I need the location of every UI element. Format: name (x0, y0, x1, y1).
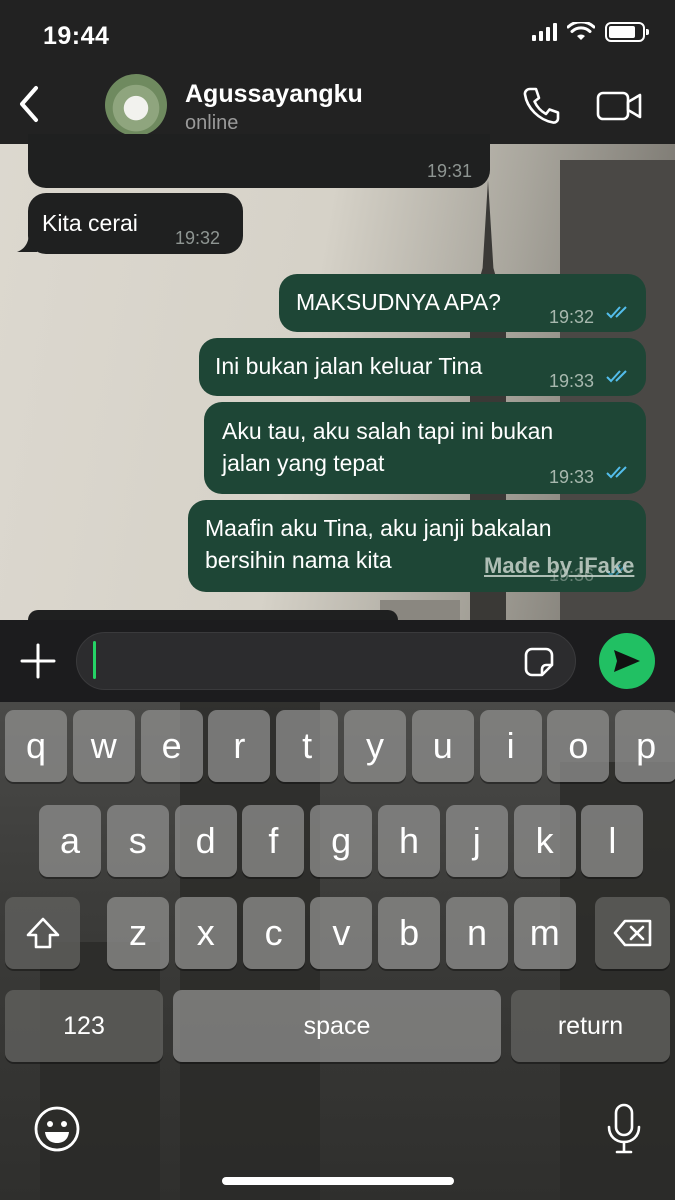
contact-avatar[interactable] (105, 74, 167, 136)
key-a[interactable]: a (39, 805, 101, 877)
plus-icon[interactable] (18, 641, 58, 681)
message-time: 19:33 (549, 371, 595, 391)
key-q[interactable]: q (5, 710, 67, 782)
key-b[interactable]: b (378, 897, 441, 969)
status-time: 19:44 (43, 22, 110, 50)
key-r[interactable]: r (208, 710, 271, 782)
key-d[interactable]: d (174, 805, 237, 877)
key-m[interactable]: m (513, 897, 576, 969)
message-outgoing[interactable]: MAKSUDNYA APA? 19:32 (279, 274, 646, 332)
shift-icon (26, 917, 59, 949)
backspace-icon (613, 919, 651, 947)
status-icons (532, 22, 649, 42)
space-key[interactable]: space (173, 990, 501, 1062)
wifi-icon (567, 22, 595, 40)
message-time: 19:32 (549, 307, 595, 327)
contact-name[interactable]: Agussayangku (185, 80, 363, 109)
key-h[interactable]: h (378, 805, 440, 877)
backspace-key[interactable] (595, 897, 670, 969)
message-outgoing[interactable]: Ini bukan jalan keluar Tina 19:33 (199, 338, 646, 396)
send-icon (614, 650, 640, 672)
message-incoming[interactable]: Kita cerai 19:32 (28, 193, 243, 254)
back-icon[interactable] (14, 84, 44, 124)
message-text-line-1: Maafin aku Tina, aku janji bakalan (205, 515, 552, 541)
key-x[interactable]: x (174, 897, 237, 969)
key-u[interactable]: u (411, 710, 474, 782)
key-s[interactable]: s (106, 805, 169, 877)
emoji-icon[interactable] (33, 1105, 81, 1153)
numbers-key[interactable]: 123 (5, 990, 163, 1062)
key-f[interactable]: f (242, 805, 305, 877)
key-w[interactable]: w (72, 710, 135, 782)
watermark: Made by iFake (484, 553, 635, 578)
message-time: 19:31 (426, 161, 472, 181)
return-key[interactable]: return (511, 990, 670, 1062)
message-text-line-1: Aku tau, aku salah tapi ini bukan (222, 418, 554, 444)
message-text: MAKSUDNYA APA? (296, 289, 501, 315)
home-indicator[interactable] (222, 1177, 454, 1185)
microphone-icon[interactable] (605, 1103, 643, 1155)
key-g[interactable]: g (310, 805, 373, 877)
key-v[interactable]: v (310, 897, 373, 969)
key-i[interactable]: i (479, 710, 542, 782)
key-c[interactable]: c (242, 897, 305, 969)
sticker-icon[interactable] (522, 645, 556, 679)
message-input[interactable] (76, 632, 576, 690)
key-p[interactable]: p (615, 710, 675, 782)
battery-icon (605, 22, 649, 42)
message-time: 19:32 (175, 228, 221, 248)
key-t[interactable]: t (276, 710, 339, 782)
text-cursor (93, 641, 96, 679)
message-text: Kita cerai (42, 210, 138, 236)
phone-icon[interactable] (522, 86, 560, 126)
send-button[interactable] (599, 633, 655, 689)
message-outgoing[interactable]: Aku tau, aku salah tapi ini bukan jalan … (204, 402, 646, 494)
video-camera-icon[interactable] (596, 90, 642, 122)
message-incoming-partial[interactable] (28, 610, 398, 620)
key-l[interactable]: l (581, 805, 644, 877)
message-incoming[interactable]: 19:31 (28, 134, 490, 188)
message-text: Ini bukan jalan keluar Tina (215, 353, 483, 379)
key-k[interactable]: k (513, 805, 576, 877)
read-receipt-icon (606, 370, 627, 383)
message-time: 19:33 (549, 467, 595, 487)
cellular-signal-icon (532, 23, 557, 41)
key-n[interactable]: n (446, 897, 508, 969)
key-j[interactable]: j (445, 805, 508, 877)
key-e[interactable]: e (140, 710, 203, 782)
key-y[interactable]: y (344, 710, 406, 782)
key-o[interactable]: o (547, 710, 610, 782)
message-text-line-2: jalan yang tepat (222, 450, 385, 476)
contact-status: online (185, 112, 239, 134)
key-z[interactable]: z (107, 897, 169, 969)
message-text-line-2: bersihin nama kita (205, 547, 392, 573)
read-receipt-icon (606, 466, 627, 479)
read-receipt-icon (606, 306, 627, 319)
shift-key[interactable] (5, 897, 80, 969)
